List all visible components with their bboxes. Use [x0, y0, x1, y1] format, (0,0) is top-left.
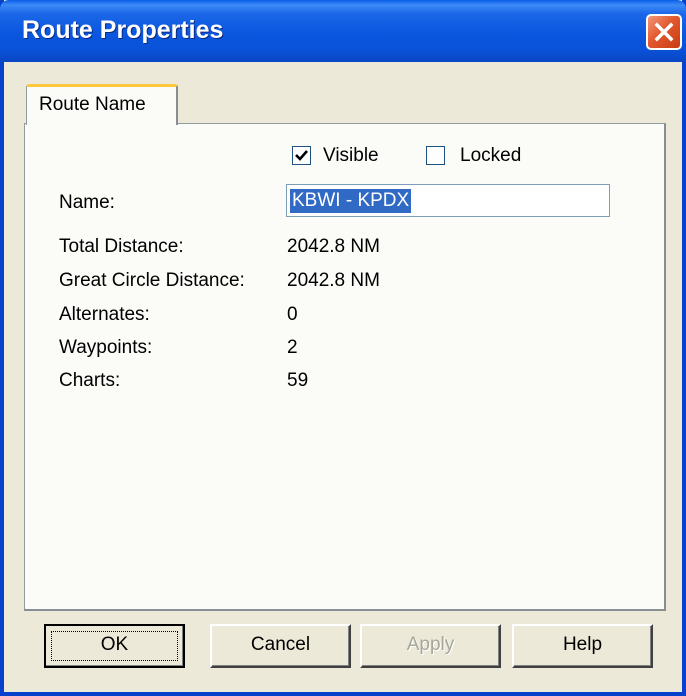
window-title: Route Properties — [22, 16, 224, 44]
total-distance-value: 2042.8 NM — [287, 236, 380, 257]
alternates-label: Alternates: — [59, 304, 150, 325]
close-button[interactable] — [646, 14, 682, 50]
help-label: Help — [562, 634, 603, 655]
alternates-value: 0 — [287, 304, 298, 325]
charts-value: 59 — [287, 370, 309, 391]
visible-label: Visible — [323, 145, 379, 166]
waypoints-value: 2 — [287, 337, 298, 358]
apply-label: Apply — [406, 634, 455, 655]
cancel-button[interactable]: Cancel — [210, 624, 351, 668]
charts-label: Charts: — [59, 370, 121, 391]
route-name-value: KBWI - KPDX — [290, 189, 412, 213]
locked-checkbox[interactable] — [426, 146, 445, 165]
ok-button[interactable]: OK — [44, 624, 185, 668]
visible-checkbox[interactable] — [292, 146, 311, 165]
locked-label: Locked — [460, 145, 522, 166]
tab-route-name[interactable]: Route Name — [26, 84, 178, 125]
title-bar[interactable]: Route Properties — [0, 0, 686, 62]
focus-rect — [51, 631, 178, 661]
great-circle-distance-label: Great Circle Distance: — [59, 270, 245, 291]
total-distance-label: Total Distance: — [59, 236, 184, 257]
great-circle-distance-value: 2042.8 NM — [287, 270, 380, 291]
apply-button[interactable]: Apply — [360, 624, 501, 668]
cancel-label: Cancel — [250, 634, 311, 655]
waypoints-label: Waypoints: — [59, 337, 153, 358]
help-button[interactable]: Help — [512, 624, 653, 668]
route-name-input[interactable]: KBWI - KPDX — [286, 184, 610, 217]
name-label: Name: — [59, 192, 115, 213]
